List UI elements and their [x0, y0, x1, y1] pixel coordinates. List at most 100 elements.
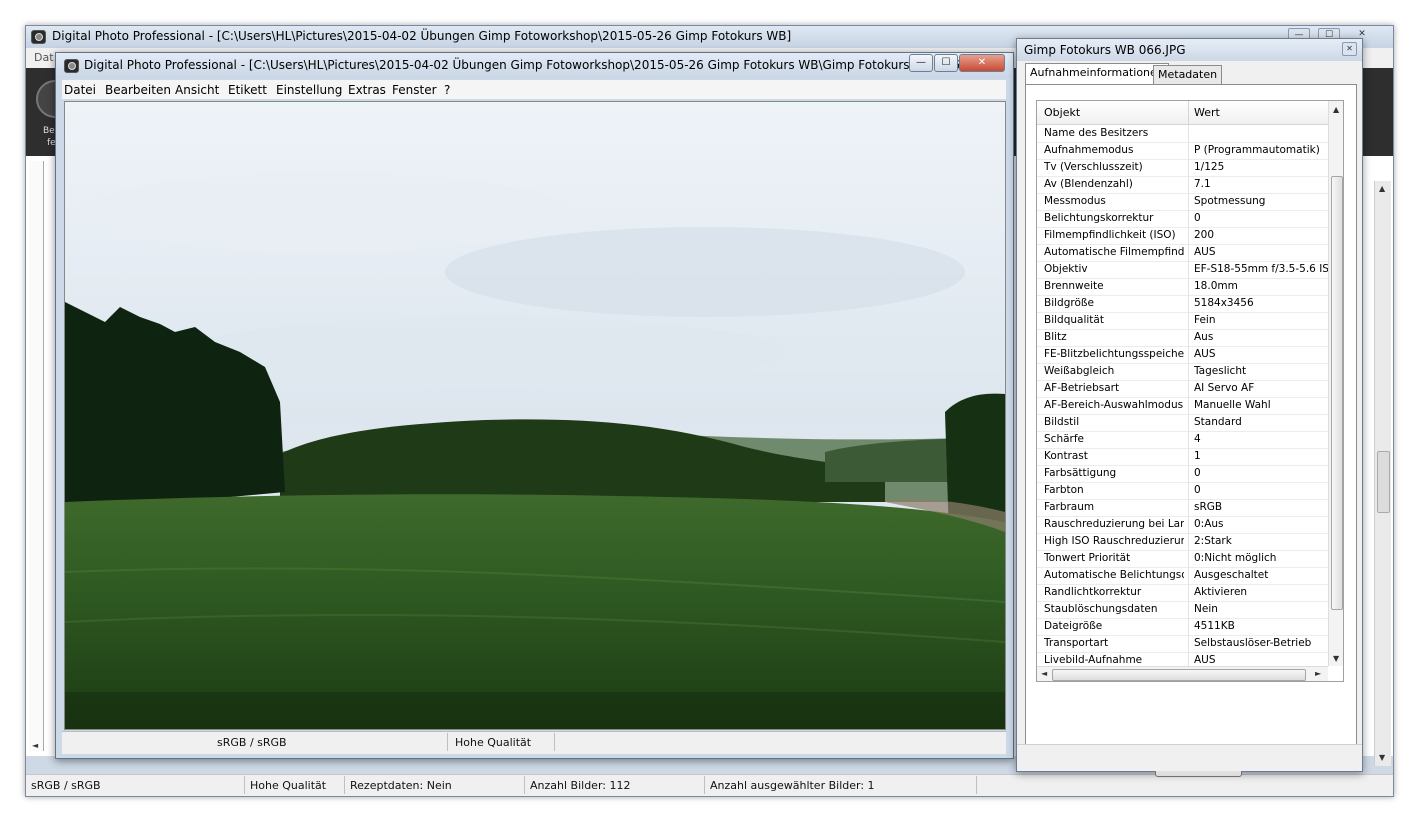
- app-camera-icon: [31, 30, 46, 44]
- table-row[interactable]: Schärfe 4: [1037, 431, 1328, 449]
- row-key: Messmodus: [1044, 195, 1106, 207]
- row-value: AUS: [1194, 246, 1216, 258]
- table-row[interactable]: Farbraum sRGB: [1037, 499, 1328, 517]
- row-value: 4: [1194, 433, 1201, 445]
- viewer-menu-bar: Datei Bearbeiten Ansicht Etikett Einstel…: [62, 80, 1006, 99]
- column-header-objekt[interactable]: Objekt: [1044, 106, 1080, 119]
- table-row[interactable]: Blitz Aus: [1037, 329, 1328, 347]
- status-divider: [344, 776, 345, 794]
- row-key: Brennweite: [1044, 280, 1104, 292]
- info-table: Objekt Wert Name des Besitzers Aufnahmemo…: [1036, 100, 1344, 682]
- viewer-close-button[interactable]: ✕: [959, 54, 1005, 72]
- menu-bearbeiten[interactable]: Bearbeiten: [105, 83, 171, 97]
- column-divider[interactable]: [1188, 101, 1189, 124]
- status-recipe: Rezeptdaten: Nein: [350, 779, 452, 792]
- row-value: P (Programmautomatik): [1194, 144, 1320, 156]
- cell-divider: [1188, 210, 1189, 227]
- menu-datei[interactable]: Datei: [64, 83, 96, 97]
- menu-ansicht[interactable]: Ansicht: [175, 83, 219, 97]
- row-key: Staublöschungsdaten: [1044, 603, 1158, 615]
- menu-fenster[interactable]: Fenster: [392, 83, 437, 97]
- scroll-down-icon[interactable]: ▼: [1333, 654, 1339, 663]
- table-row[interactable]: Randlichtkorrektur Aktivieren: [1037, 584, 1328, 602]
- row-key: Aufnahmemodus: [1044, 144, 1134, 156]
- table-row[interactable]: Farbsättigung 0: [1037, 465, 1328, 483]
- cell-divider: [1188, 261, 1189, 278]
- menu-einstellung[interactable]: Einstellung: [276, 83, 342, 97]
- column-header-wert[interactable]: Wert: [1194, 106, 1220, 119]
- table-row[interactable]: Av (Blendenzahl) 7.1: [1037, 176, 1328, 194]
- table-row[interactable]: Messmodus Spotmessung: [1037, 193, 1328, 211]
- scroll-down-icon[interactable]: ▼: [1379, 753, 1385, 762]
- viewer-status-quality: Hohe Qualität: [455, 736, 532, 749]
- row-key: Automatische Belichtungso...: [1044, 569, 1184, 581]
- table-row[interactable]: FE-Blitzbelichtungsspeicher... AUS: [1037, 346, 1328, 364]
- row-key: Randlichtkorrektur: [1044, 586, 1142, 598]
- cell-divider: [1188, 278, 1189, 295]
- table-hscroll-thumb[interactable]: [1052, 669, 1306, 681]
- table-row[interactable]: Automatische Belichtungso... Ausgeschalte…: [1037, 567, 1328, 585]
- table-row[interactable]: Dateigröße 4511KB: [1037, 618, 1328, 636]
- table-scroll-thumb[interactable]: [1331, 176, 1343, 610]
- table-row[interactable]: Farbton 0: [1037, 482, 1328, 500]
- table-row[interactable]: Belichtungskorrektur 0: [1037, 210, 1328, 228]
- image-viewer-window: Digital Photo Professional - [C:\Users\H…: [55, 52, 1014, 759]
- cell-divider: [1188, 159, 1189, 176]
- viewer-maximize-button[interactable]: ☐: [934, 54, 958, 72]
- tab-metadaten[interactable]: Metadaten: [1153, 65, 1223, 84]
- table-row[interactable]: Automatische Filmempfindli... AUS: [1037, 244, 1328, 262]
- row-key: Rauschreduzierung bei Lan...: [1044, 518, 1184, 530]
- table-row[interactable]: Objektiv EF-S18-55mm f/3.5-5.6 IS II: [1037, 261, 1328, 279]
- menu-help[interactable]: ?: [444, 83, 450, 97]
- table-horizontal-scrollbar[interactable]: ◄ ►: [1037, 666, 1328, 681]
- row-key: Blitz: [1044, 331, 1067, 343]
- table-row[interactable]: Rauschreduzierung bei Lan... 0:Aus: [1037, 516, 1328, 534]
- main-menu-file[interactable]: Dat: [34, 51, 54, 64]
- row-value: 18.0mm: [1194, 280, 1238, 292]
- table-row[interactable]: Tv (Verschlusszeit) 1/125: [1037, 159, 1328, 177]
- table-row[interactable]: Brennweite 18.0mm: [1037, 278, 1328, 296]
- menu-etikett[interactable]: Etikett: [228, 83, 267, 97]
- main-scroll-thumb[interactable]: [1377, 451, 1390, 513]
- viewer-title-bar[interactable]: Digital Photo Professional - [C:\Users\H…: [56, 53, 1013, 78]
- table-row[interactable]: High ISO Rauschreduzierung 2:Stark: [1037, 533, 1328, 551]
- dialog-title-bar[interactable]: Gimp Fotokurs WB 066.JPG ✕: [1017, 39, 1362, 61]
- table-row[interactable]: Staublöschungsdaten Nein: [1037, 601, 1328, 619]
- table-row[interactable]: Name des Besitzers: [1037, 125, 1328, 143]
- scroll-up-icon[interactable]: ▲: [1333, 105, 1339, 114]
- scroll-left-icon[interactable]: ◄: [1041, 669, 1047, 678]
- tab-aufnahmeinformationen[interactable]: Aufnahmeinformationen: [1025, 63, 1169, 85]
- table-row[interactable]: Kontrast 1: [1037, 448, 1328, 466]
- table-row[interactable]: AF-Betriebsart AI Servo AF: [1037, 380, 1328, 398]
- table-row[interactable]: Aufnahmemodus P (Programmautomatik): [1037, 142, 1328, 160]
- table-row[interactable]: Bildgröße 5184x3456: [1037, 295, 1328, 313]
- table-row[interactable]: Weißabgleich Tageslicht: [1037, 363, 1328, 381]
- table-row[interactable]: AF-Bereich-Auswahlmodus Manuelle Wahl: [1037, 397, 1328, 415]
- table-vertical-scrollbar[interactable]: ▲ ▼: [1328, 101, 1343, 666]
- scroll-left-icon[interactable]: ◄: [32, 741, 38, 750]
- dialog-title: Gimp Fotokurs WB 066.JPG: [1024, 43, 1186, 57]
- row-key: Schärfe: [1044, 433, 1085, 445]
- dialog-close-icon[interactable]: ✕: [1342, 42, 1357, 56]
- viewer-status-bar: sRGB / sRGB Hohe Qualität: [62, 731, 1006, 754]
- status-divider: [244, 776, 245, 794]
- table-row[interactable]: Bildstil Standard: [1037, 414, 1328, 432]
- table-row[interactable]: Bildqualität Fein: [1037, 312, 1328, 330]
- cell-divider: [1188, 482, 1189, 499]
- table-row[interactable]: Transportart Selbstauslöser-Betrieb: [1037, 635, 1328, 653]
- scroll-right-icon[interactable]: ►: [1315, 669, 1321, 678]
- cell-divider: [1188, 244, 1189, 261]
- main-vertical-scrollbar[interactable]: ▲ ▼: [1374, 181, 1391, 766]
- cell-divider: [1188, 431, 1189, 448]
- scroll-up-icon[interactable]: ▲: [1379, 184, 1385, 193]
- viewer-status-color-space: sRGB / sRGB: [217, 736, 287, 749]
- viewer-minimize-button[interactable]: —: [909, 54, 933, 72]
- row-value: Aus: [1194, 331, 1214, 343]
- cell-divider: [1188, 380, 1189, 397]
- table-row[interactable]: Filmempfindlichkeit (ISO) 200: [1037, 227, 1328, 245]
- row-key: Farbraum: [1044, 501, 1095, 513]
- row-key: Kontrast: [1044, 450, 1088, 462]
- menu-extras[interactable]: Extras: [348, 83, 386, 97]
- table-row[interactable]: Tonwert Priorität 0:Nicht möglich: [1037, 550, 1328, 568]
- status-selected-count: Anzahl ausgewählter Bilder: 1: [710, 779, 875, 792]
